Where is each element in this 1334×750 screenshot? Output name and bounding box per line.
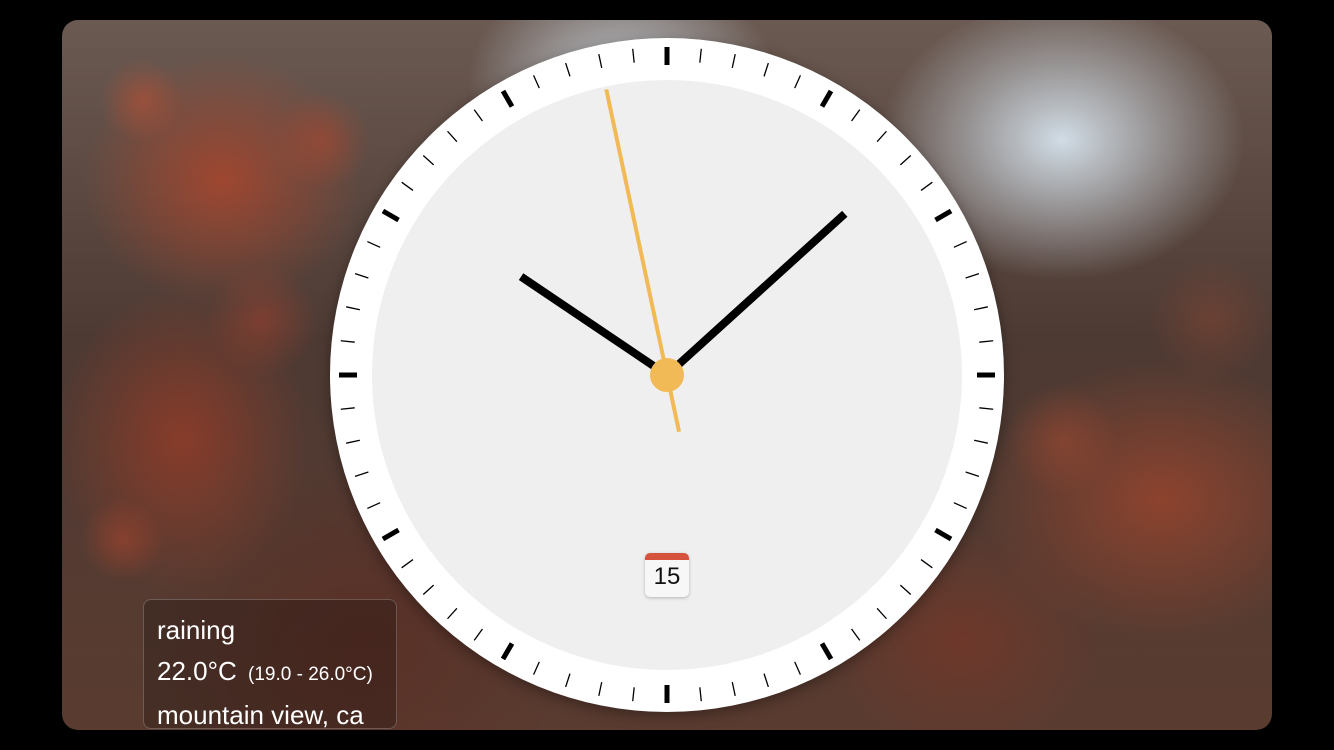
minute-tick [899, 584, 912, 595]
minute-tick [731, 54, 736, 68]
minute-tick [763, 673, 769, 688]
minute-tick [953, 502, 967, 510]
minute-tick [965, 471, 980, 477]
weather-temperature: 22.0°C [157, 656, 237, 686]
minute-tick [699, 687, 702, 702]
minute-tick [965, 273, 980, 279]
minute-tick [598, 682, 603, 696]
minute-tick [598, 54, 603, 68]
minute-tick [851, 109, 861, 122]
hour-tick [500, 89, 515, 108]
hour-tick [934, 527, 953, 542]
minute-tick [920, 181, 933, 191]
hour-tick [934, 208, 953, 223]
minute-tick [974, 439, 988, 444]
minute-hand [664, 210, 848, 378]
minute-tick [346, 306, 360, 311]
minute-tick [447, 607, 458, 620]
minute-tick [632, 687, 635, 702]
minute-tick [340, 340, 355, 343]
minute-tick [473, 628, 483, 641]
calendar-icon [645, 553, 689, 560]
minute-tick [401, 559, 414, 569]
minute-tick [794, 661, 802, 675]
analog-clock: 15 [330, 38, 1004, 712]
minute-tick [920, 559, 933, 569]
minute-tick [367, 502, 381, 510]
minute-tick [974, 306, 988, 311]
minute-tick [532, 75, 540, 89]
hour-hand [518, 273, 670, 379]
hour-tick [381, 527, 400, 542]
minute-tick [979, 340, 994, 343]
minute-tick [532, 661, 540, 675]
hour-tick [381, 208, 400, 223]
center-hub [650, 358, 684, 392]
clock-dial [339, 47, 995, 703]
minute-tick [473, 109, 483, 122]
minute-tick [422, 584, 435, 595]
calendar-date-badge: 15 [645, 553, 689, 597]
minute-tick [346, 439, 360, 444]
minute-tick [565, 673, 571, 688]
minute-tick [979, 407, 994, 410]
hour-tick [819, 642, 834, 661]
calendar-day: 15 [653, 563, 681, 590]
minute-tick [632, 48, 635, 63]
minute-tick [794, 75, 802, 89]
minute-tick [447, 130, 458, 143]
minute-tick [851, 628, 861, 641]
hour-tick [819, 89, 834, 108]
minute-tick [354, 273, 369, 279]
minute-tick [763, 62, 769, 77]
minute-tick [354, 471, 369, 477]
minute-tick [565, 62, 571, 77]
minute-tick [699, 48, 702, 63]
minute-tick [731, 682, 736, 696]
minute-tick [899, 155, 912, 166]
minute-tick [367, 240, 381, 248]
hour-tick [500, 642, 515, 661]
minute-tick [876, 607, 887, 620]
minute-tick [422, 155, 435, 166]
minute-tick [401, 181, 414, 191]
minute-tick [953, 240, 967, 248]
minute-tick [876, 130, 887, 143]
minute-tick [340, 407, 355, 410]
